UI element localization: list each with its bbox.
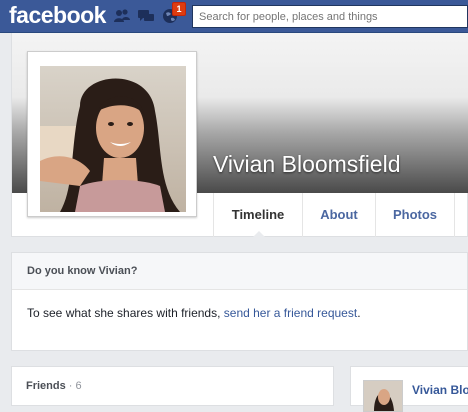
friend-request-prompt: Do you know Vivian? To see what she shar… <box>11 252 468 351</box>
profile-thumbnail[interactable] <box>363 380 403 412</box>
friend-requests-icon[interactable] <box>113 8 131 24</box>
tab-more[interactable] <box>454 193 468 237</box>
prompt-text: To see what she shares with friends, sen… <box>27 306 361 320</box>
messages-icon[interactable] <box>137 8 155 24</box>
profile-header: Vivian Bloomsfield Timeline About Photos <box>11 33 468 238</box>
profile-summary-panel: Vivian Blo <box>350 366 468 412</box>
tab-timeline-label: Timeline <box>231 207 285 222</box>
tab-timeline[interactable]: Timeline <box>213 193 302 238</box>
tab-photos[interactable]: Photos <box>375 193 454 237</box>
facebook-logo[interactable]: facebook <box>9 2 106 29</box>
active-tab-caret <box>252 231 266 238</box>
friends-heading[interactable]: Friends · 6 <box>26 380 82 392</box>
friends-title: Friends <box>26 380 66 392</box>
friends-panel: Friends · 6 <box>11 366 334 406</box>
tab-about[interactable]: About <box>302 193 375 237</box>
tab-about-label: About <box>320 207 358 222</box>
friends-count: · 6 <box>68 380 82 392</box>
prompt-body: To see what she shares with friends, <box>27 306 224 320</box>
profile-summary-name[interactable]: Vivian Blo <box>412 383 468 397</box>
profile-name[interactable]: Vivian Bloomsfield <box>213 151 401 178</box>
send-friend-request-link[interactable]: send her a friend request <box>224 306 357 320</box>
profile-photo-image <box>40 66 186 212</box>
prompt-title: Do you know Vivian? <box>12 253 467 290</box>
thumbnail-image <box>364 381 402 411</box>
notification-badge: 1 <box>172 2 186 16</box>
search-input[interactable] <box>192 5 468 28</box>
top-bar: facebook 1 <box>0 0 468 33</box>
profile-picture[interactable] <box>27 51 197 217</box>
prompt-period: . <box>357 306 361 320</box>
tab-photos-label: Photos <box>392 207 438 222</box>
